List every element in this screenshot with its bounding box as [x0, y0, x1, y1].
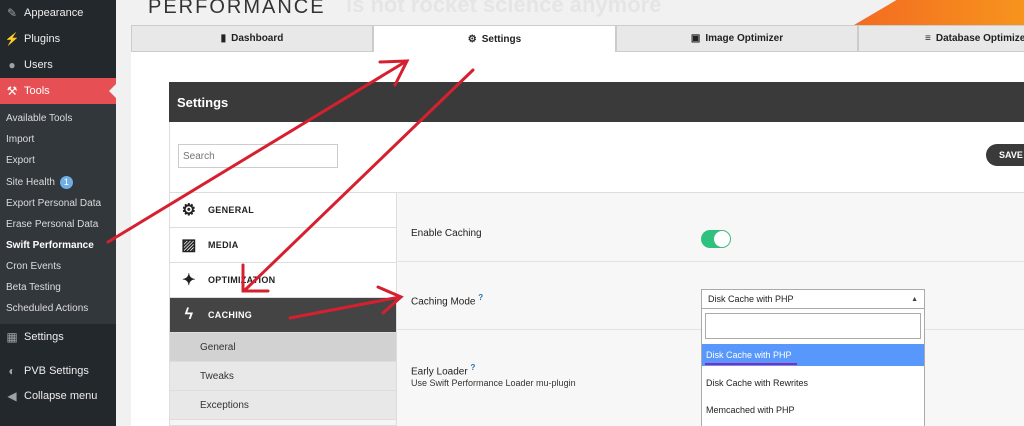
submenu-item-cron-events[interactable]: Cron Events [6, 256, 61, 276]
menu-item-optimization[interactable]: ✦ OPTIMIZATION [170, 263, 396, 298]
tab-settings[interactable]: ⚙ Settings [373, 25, 616, 53]
annotation-underline [705, 363, 797, 365]
paintbrush-icon: ✎ [6, 6, 18, 20]
dropdown-option[interactable]: Disk Cache with Rewrites [702, 372, 924, 394]
wrench-icon: ⚒ [6, 84, 18, 98]
bolt-icon: ϟ [184, 306, 194, 323]
tab-label: Database Optimizer [935, 33, 1024, 44]
submenu-item-import[interactable]: Import [6, 129, 34, 149]
submenu-exceptions[interactable]: Exceptions [170, 391, 396, 420]
early-loader-label: Early Loader ? [411, 363, 475, 377]
tab-dashboard[interactable]: ▮ Dashboard [131, 25, 373, 52]
app-root: ✎ Appearance ⚡ Plugins ● Users ⚒ Tools A… [0, 0, 1024, 426]
dropdown-option[interactable]: Disk Cache with PHP [702, 344, 924, 366]
user-icon: ● [8, 58, 16, 72]
search-area: SAVE [169, 122, 1024, 192]
menu-item-caching[interactable]: ϟ CACHING [170, 298, 396, 333]
toggle-knob [714, 231, 730, 247]
submenu-item-label: Site Health [6, 176, 55, 188]
settings-left-menu: ⚙ GENERAL ▨ MEDIA ✦ OPTIMIZATION ϟ CACHI… [169, 192, 397, 426]
pvb-icon: ◐ [8, 364, 16, 378]
clipboard-icon: ▮ [220, 33, 227, 44]
caret-up-icon: ▲ [911, 296, 918, 303]
collapse-icon: ◀ [7, 389, 17, 403]
sidebar-item-label: Users [24, 59, 53, 71]
caching-mode-dropdown: Disk Cache with PHP Disk Cache with Rewr… [701, 309, 925, 426]
sidebar-item-label: Appearance [24, 7, 84, 19]
save-button[interactable]: SAVE [986, 144, 1024, 166]
submenu-item-scheduled-actions[interactable]: Scheduled Actions [6, 298, 88, 318]
tab-image-optimizer[interactable]: ▣ Image Optimizer [616, 25, 858, 52]
panel-title: Settings [169, 82, 1024, 122]
submenu-item-available-tools[interactable]: Available Tools [6, 108, 72, 128]
sidebar-item-appearance[interactable]: ✎ Appearance [0, 0, 116, 26]
sidebar-item-plugins[interactable]: ⚡ Plugins [0, 26, 116, 52]
tab-label: Dashboard [231, 33, 284, 44]
submenu-item-export[interactable]: Export [6, 150, 35, 170]
early-loader-label-text: Early Loader [411, 366, 468, 378]
gear-icon: ⚙ [181, 202, 197, 219]
plug-icon: ⚡ [4, 32, 20, 46]
enable-caching-toggle[interactable] [701, 230, 731, 248]
menu-item-label: CACHING [208, 310, 253, 320]
header-decoration [854, 0, 1024, 25]
admin-sidebar: ✎ Appearance ⚡ Plugins ● Users ⚒ Tools A… [0, 0, 116, 426]
sidebar-item-label: Plugins [24, 33, 61, 45]
menu-item-label: MEDIA [208, 240, 239, 250]
tools-submenu: Available Tools Import Export Site Healt… [0, 104, 116, 324]
brand-logo-text: PERFORMANCE [148, 0, 326, 18]
submenu-item-export-personal-data[interactable]: Export Personal Data [6, 193, 101, 213]
help-icon[interactable]: ? [470, 363, 475, 372]
submenu-item-site-health[interactable]: Site Health 1 [6, 172, 73, 192]
submenu-item-swift-performance[interactable]: Swift Performance [6, 235, 94, 255]
dropdown-search-input[interactable] [705, 313, 921, 339]
sidebar-item-pvb-settings[interactable]: ◐ PVB Settings [0, 358, 116, 384]
submenu-item-beta-testing[interactable]: Beta Testing [6, 277, 61, 297]
menu-item-label: GENERAL [208, 205, 255, 215]
sidebar-item-tools[interactable]: ⚒ Tools [0, 78, 116, 104]
divider [397, 261, 1024, 262]
sidebar-item-label: Tools [24, 85, 50, 97]
tab-label: Settings [481, 33, 522, 45]
notification-badge: 1 [59, 175, 73, 189]
select-value: Disk Cache with PHP [708, 294, 794, 304]
collapse-menu-button[interactable]: ◀ Collapse menu [0, 383, 116, 409]
images-icon: ▣ [690, 33, 701, 44]
enable-caching-label: Enable Caching [411, 228, 482, 239]
submenu-item-erase-personal-data[interactable]: Erase Personal Data [6, 214, 98, 234]
submenu-tweaks[interactable]: Tweaks [170, 362, 396, 391]
dropdown-option-label: Disk Cache with PHP [706, 350, 792, 360]
gears-icon: ⚙ [467, 33, 477, 45]
caching-mode-label-text: Caching Mode [411, 296, 476, 308]
dropdown-option[interactable]: Memcached with PHP [702, 399, 924, 421]
magic-wand-icon: ✦ [182, 272, 196, 289]
plugin-tabs: ▮ Dashboard ⚙ Settings ▣ Image Optimizer… [131, 25, 1024, 53]
tab-label: Image Optimizer [705, 33, 784, 44]
menu-item-media[interactable]: ▨ MEDIA [170, 228, 396, 263]
sidebar-item-label: PVB Settings [24, 365, 89, 377]
menu-item-label: OPTIMIZATION [208, 275, 276, 285]
sidebar-item-label: Collapse menu [24, 390, 98, 402]
caching-mode-label: Caching Mode ? [411, 293, 483, 307]
settings-content: Enable Caching Caching Mode ? Early Load… [397, 192, 1024, 426]
sidebar-item-users[interactable]: ● Users [0, 52, 116, 78]
main-panel: Settings SAVE ⚙ GENERAL ▨ MEDIA ✦ OPTIMI… [131, 52, 1024, 426]
sidebar-item-settings[interactable]: ▦ Settings [0, 324, 116, 350]
settings-search-input[interactable] [178, 144, 338, 168]
database-icon: ≡ [925, 33, 931, 44]
tab-database-optimizer[interactable]: ≡ Database Optimizer [858, 25, 1024, 52]
menu-item-general[interactable]: ⚙ GENERAL [170, 193, 396, 228]
settings-icon: ▦ [6, 330, 18, 344]
help-icon[interactable]: ? [478, 293, 483, 302]
early-loader-description: Use Swift Performance Loader mu-plugin [411, 378, 576, 388]
brand-tagline: is not rocket science anymore [346, 0, 662, 17]
submenu-general[interactable]: General [170, 333, 396, 362]
plugin-header: PERFORMANCE is not rocket science anymor… [116, 0, 1024, 25]
image-icon: ▨ [181, 237, 197, 254]
sidebar-item-label: Settings [24, 331, 64, 343]
caching-mode-select[interactable]: Disk Cache with PHP ▲ [701, 289, 925, 309]
